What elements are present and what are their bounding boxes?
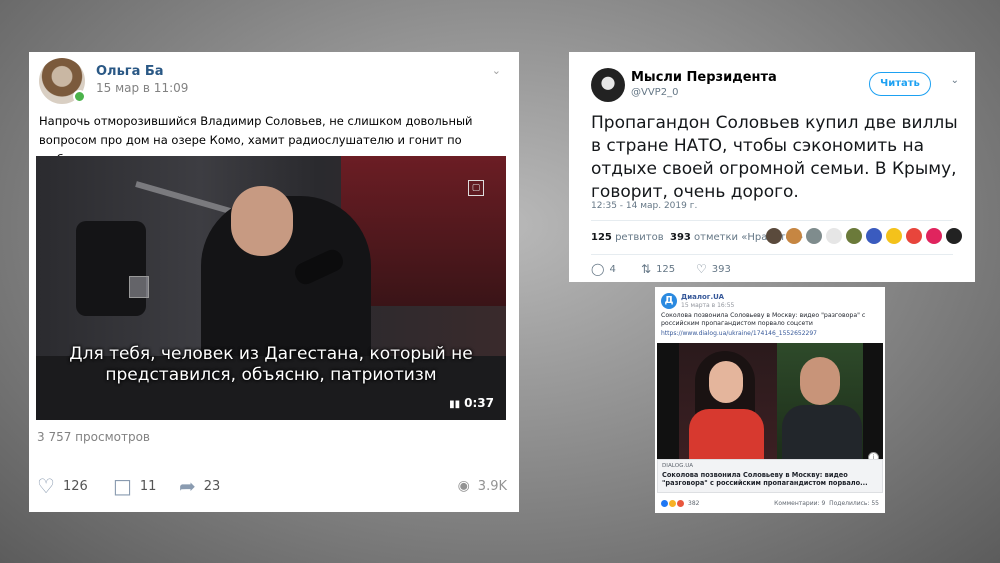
chevron-down-icon[interactable]: ⌄ [951, 75, 959, 86]
comment-count: 11 [139, 478, 157, 494]
retweet-count: 125 [656, 263, 676, 275]
liker-avatar[interactable] [786, 228, 802, 244]
signal-icon: ▮▮ [449, 399, 461, 410]
chevron-down-icon[interactable]: ⌄ [492, 64, 501, 77]
avatar[interactable] [591, 68, 625, 102]
share-icon: ➦ [179, 474, 196, 498]
share-button[interactable]: ➦ 23 [179, 476, 220, 496]
like-reaction-icon [661, 500, 668, 507]
retweet-stat-label[interactable]: ретвитов [615, 232, 664, 243]
video-duration-text: 0:37 [464, 396, 494, 410]
vk-post-card: Ольга Ба 15 мар в 11:09 ⌄ Напрочь отморо… [29, 52, 519, 512]
facebook-post-card: Д Диалог.UA 15 марта в 16:55 Соколова по… [655, 287, 885, 513]
like-stat-count[interactable]: 393 [670, 232, 691, 243]
shares-count[interactable]: Поделились: 55 [829, 500, 879, 507]
man-face [800, 357, 840, 405]
liker-avatar[interactable] [886, 228, 902, 244]
like-count: 393 [711, 263, 731, 275]
liker-avatar[interactable] [846, 228, 862, 244]
comment-button[interactable]: □ 11 [113, 476, 156, 496]
retweet-stat-count[interactable]: 125 [591, 232, 612, 243]
reply-button[interactable]: ◯ 4 [591, 262, 616, 276]
liker-avatar[interactable] [866, 228, 882, 244]
retweet-icon: ⇅ [641, 262, 652, 276]
engagement-summary[interactable]: Комментарии: 9 Поделились: 55 [774, 500, 879, 507]
follow-button[interactable]: Читать [869, 72, 931, 96]
post-date[interactable]: 15 мар в 11:09 [96, 81, 188, 95]
video-duration: ▮▮ 0:37 [449, 396, 494, 410]
studio-chair [76, 221, 146, 316]
liker-avatar[interactable] [926, 228, 942, 244]
view-count: 3.9K [477, 478, 507, 494]
post-date[interactable]: 15 марта в 16:55 [681, 302, 734, 309]
tweet-author-handle[interactable]: @VVP2_0 [631, 87, 678, 98]
reactions-summary[interactable]: 382 [661, 500, 699, 507]
woman-face [709, 361, 743, 403]
retweet-button[interactable]: ⇅ 125 [641, 262, 675, 276]
share-count: 23 [203, 478, 221, 494]
man-body [782, 405, 862, 459]
liker-avatar[interactable] [946, 228, 962, 244]
comments-count[interactable]: Комментарии: 9 [774, 500, 825, 507]
glass [129, 276, 149, 298]
divider [591, 220, 953, 221]
video-overlay-icon[interactable]: ▢ [468, 180, 484, 196]
divider [591, 254, 953, 255]
post-author[interactable]: Ольга Ба [96, 64, 164, 79]
tweet-timestamp[interactable]: 12:35 - 14 мар. 2019 г. [591, 201, 697, 211]
heart-icon: ♡ [37, 474, 55, 498]
heart-icon: ♡ [696, 262, 707, 276]
reply-icon: ◯ [591, 262, 605, 276]
angry-reaction-icon [677, 500, 684, 507]
like-button[interactable]: ♡ 393 [696, 262, 731, 276]
post-link[interactable]: https://www.dialog.ua/ukraine/174146_155… [661, 330, 817, 337]
reply-count: 4 [609, 263, 616, 275]
link-preview-image[interactable] [657, 343, 883, 459]
link-preview-box[interactable]: DIALOG.UA Соколова позвонила Соловьеву в… [657, 459, 883, 493]
video-player[interactable]: ▢ Для тебя, человек из Дагестана, которы… [36, 156, 506, 420]
speaker-head [231, 186, 293, 256]
comment-icon: □ [113, 474, 132, 498]
tweet-author-name[interactable]: Мысли Перзидента [631, 70, 777, 85]
like-count: 126 [62, 478, 88, 494]
video-subtitle: Для тебя, человек из Дагестана, который … [69, 344, 473, 385]
liker-avatar[interactable] [806, 228, 822, 244]
tweet-card: Мысли Перзидента @VVP2_0 Читать ⌄ Пропаг… [569, 52, 975, 282]
liker-avatar[interactable] [826, 228, 842, 244]
liker-avatar[interactable] [766, 228, 782, 244]
like-button[interactable]: ♡ 126 [37, 476, 88, 496]
post-text: Соколова позвонила Соловьеву в Москву: в… [661, 312, 866, 327]
views-count-text: 3 757 просмотров [37, 430, 150, 444]
post-actions: ♡ 126 □ 11 ➦ 23 ◉ 3.9K [37, 476, 507, 500]
woman-body [689, 409, 764, 459]
page-name[interactable]: Диалог.UA [681, 293, 724, 301]
link-title: Соколова позвонила Соловьеву в Москву: в… [662, 471, 868, 487]
liker-avatar[interactable] [906, 228, 922, 244]
haha-reaction-icon [669, 500, 676, 507]
likers-avatars[interactable] [766, 228, 962, 244]
online-indicator [73, 90, 86, 103]
eye-icon: ◉ [457, 478, 470, 494]
page-logo[interactable]: Д [661, 293, 677, 309]
views-indicator: ◉ 3.9K [458, 476, 507, 496]
tweet-text: Пропагандон Соловьев купил две виллы в с… [591, 113, 958, 202]
reaction-count: 382 [688, 500, 700, 507]
link-domain: DIALOG.UA [662, 463, 694, 469]
